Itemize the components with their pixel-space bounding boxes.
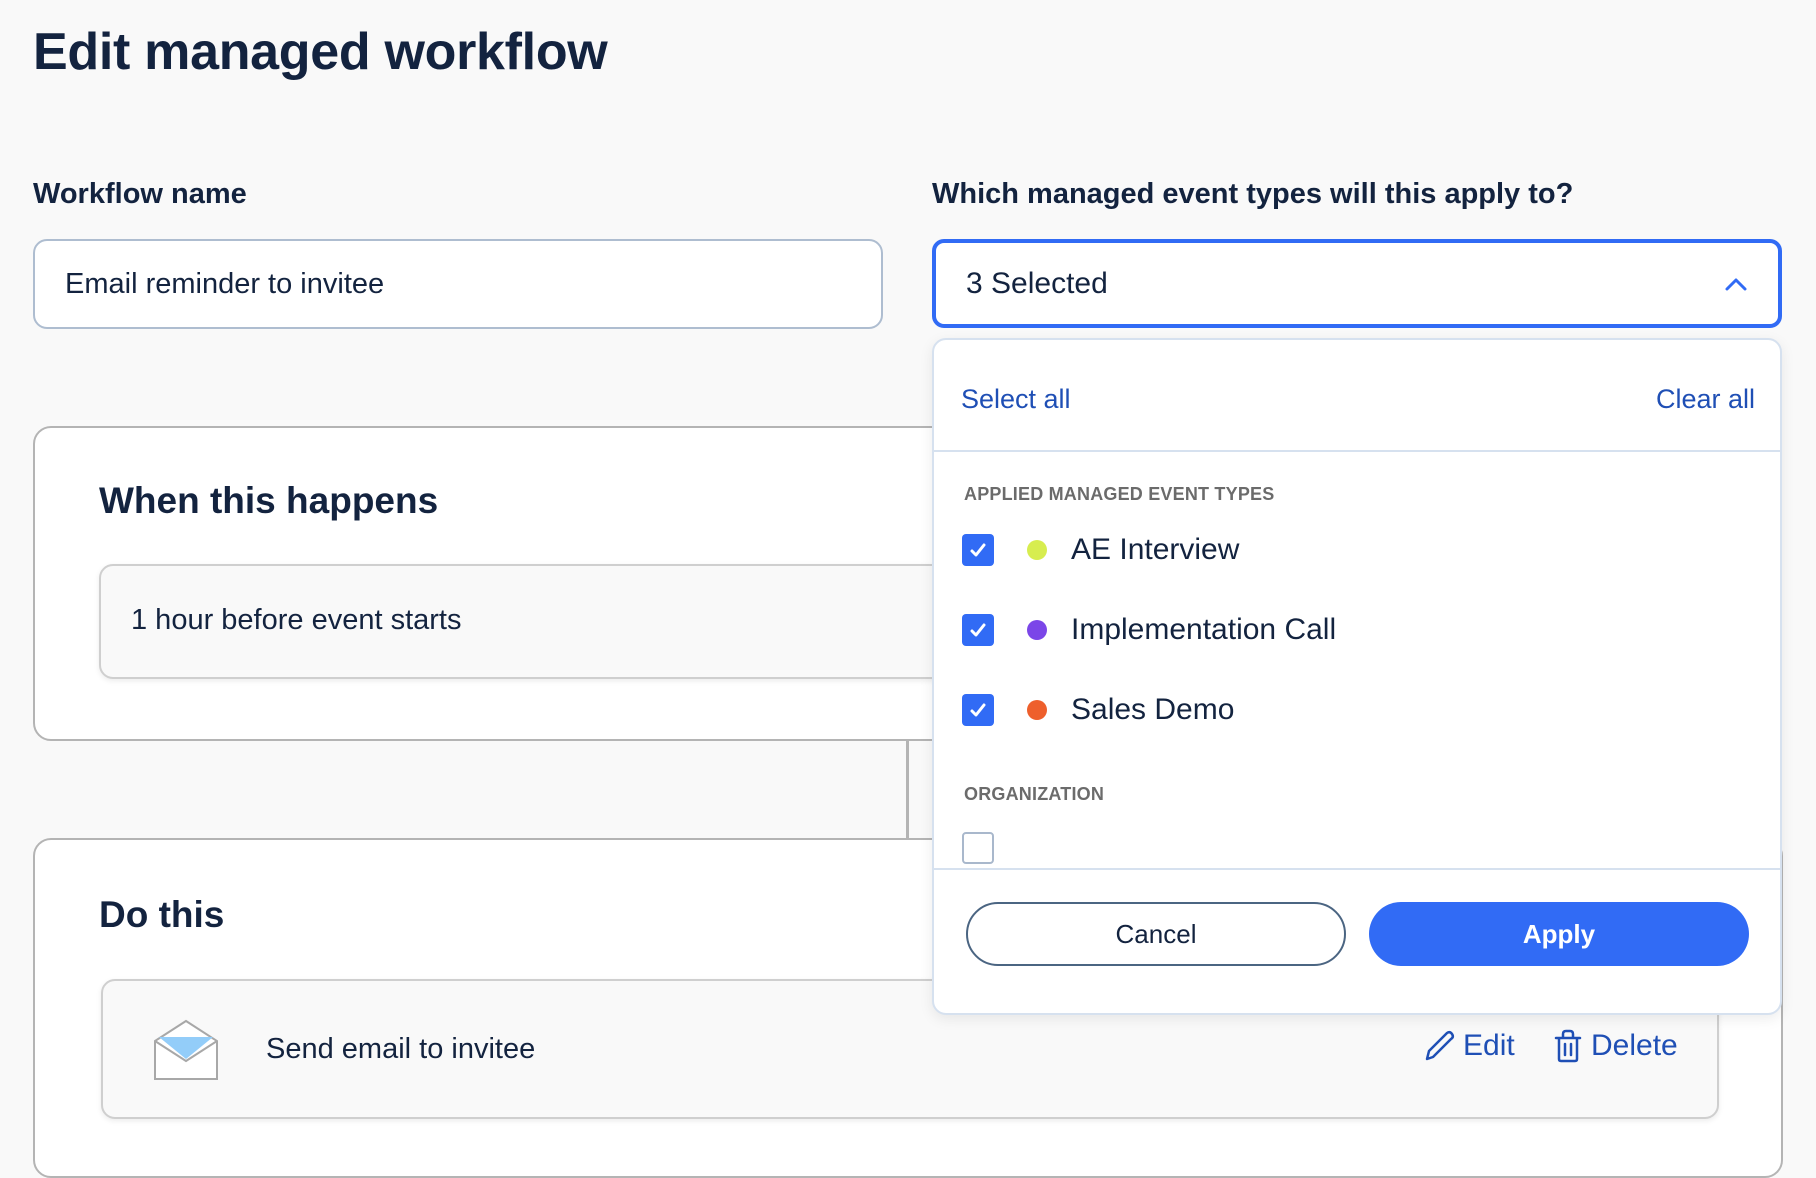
- envelope-open-icon: [154, 1019, 218, 1080]
- check-icon: [970, 543, 986, 557]
- edit-button[interactable]: Edit: [1423, 1029, 1515, 1063]
- event-type-item-implementation-call[interactable]: Implementation Call: [962, 610, 1336, 650]
- event-types-list[interactable]: APPLIED MANAGED EVENT TYPES AE Interview…: [934, 452, 1780, 868]
- section-heading-organization: ORGANIZATION: [964, 784, 1105, 804]
- page-title: Edit managed workflow: [33, 23, 608, 81]
- color-dot: [1027, 540, 1047, 560]
- checkbox-unchecked[interactable]: [962, 832, 994, 864]
- trigger-card: When this happens 1 hour before event st…: [33, 426, 1099, 741]
- check-icon: [970, 623, 986, 637]
- section-heading-applied: APPLIED MANAGED EVENT TYPES: [964, 484, 1275, 504]
- checkbox-checked[interactable]: [962, 614, 994, 646]
- delete-label: Delete: [1591, 1029, 1678, 1062]
- event-type-label: AE Interview: [1071, 533, 1240, 566]
- event-types-selected-value: 3 Selected: [966, 266, 1108, 300]
- apply-button[interactable]: Apply: [1369, 902, 1749, 966]
- event-type-item-ae-interview[interactable]: AE Interview: [962, 530, 1239, 570]
- event-types-select[interactable]: 3 Selected: [932, 239, 1782, 328]
- action-label: Send email to invitee: [266, 1033, 536, 1065]
- check-icon: [970, 703, 986, 717]
- trash-icon: [1554, 1029, 1582, 1063]
- dropdown-footer: Cancel Apply: [934, 868, 1780, 1013]
- workflow-name-label: Workflow name: [33, 178, 247, 210]
- edit-label: Edit: [1463, 1029, 1515, 1062]
- clear-all-link[interactable]: Clear all: [1656, 384, 1755, 415]
- trigger-heading: When this happens: [99, 480, 439, 521]
- event-type-item-sales-demo[interactable]: Sales Demo: [962, 690, 1234, 730]
- checkbox-checked[interactable]: [962, 694, 994, 726]
- checkbox-checked[interactable]: [962, 534, 994, 566]
- cancel-button[interactable]: Cancel: [966, 902, 1346, 966]
- pencil-icon: [1425, 1030, 1455, 1061]
- select-all-link[interactable]: Select all: [961, 384, 1071, 415]
- event-type-label: Implementation Call: [1071, 613, 1337, 646]
- event-type-label: Sales Demo: [1071, 693, 1235, 726]
- event-types-label: Which managed event types will this appl…: [932, 178, 1574, 210]
- dropdown-actions: Select all Clear all: [934, 340, 1780, 452]
- step-connector: [906, 740, 909, 840]
- trigger-value: 1 hour before event starts: [131, 604, 462, 636]
- chevron-up-icon: [1725, 278, 1747, 290]
- delete-button[interactable]: Delete: [1553, 1029, 1678, 1063]
- color-dot: [1027, 700, 1047, 720]
- event-types-dropdown-panel: Select all Clear all APPLIED MANAGED EVE…: [932, 338, 1782, 1015]
- color-dot: [1027, 620, 1047, 640]
- action-heading: Do this: [99, 894, 225, 935]
- workflow-name-input[interactable]: [33, 239, 883, 329]
